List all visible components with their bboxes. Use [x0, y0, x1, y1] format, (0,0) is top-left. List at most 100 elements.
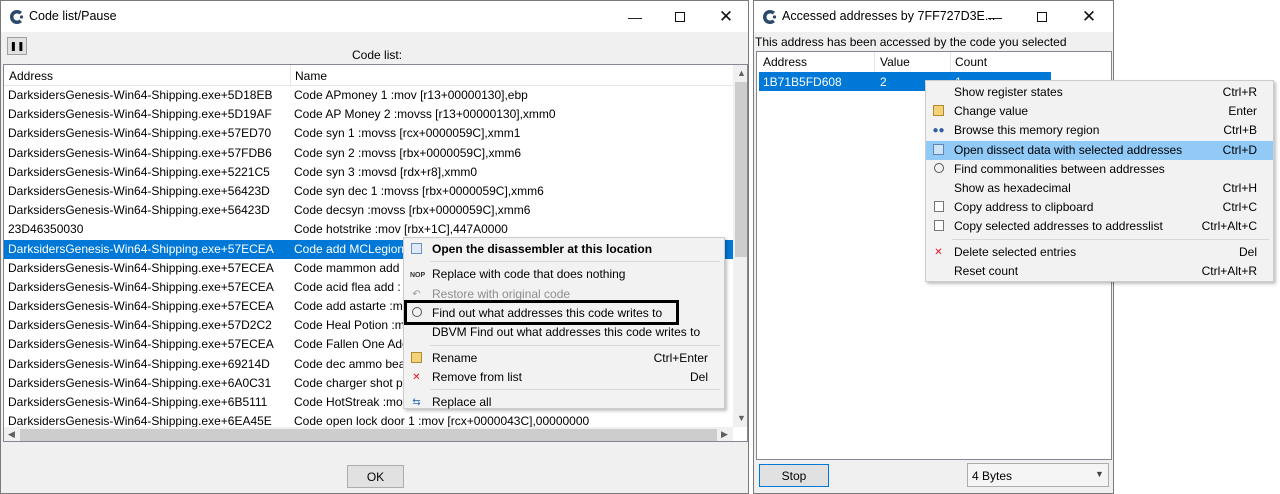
minimize-button[interactable]: —	[612, 1, 658, 32]
menu-item-copy-address-to-clipboard[interactable]: Copy address to clipboard Ctrl+C	[926, 198, 1273, 217]
address-cell: DarksidersGenesis-Win64-Shipping.exe+57E…	[8, 279, 274, 294]
name-cell: Code syn 2 :movss [rbx+0000059C],xmm6	[294, 145, 522, 160]
copy-icon	[932, 220, 945, 233]
edit-icon	[932, 105, 945, 118]
column-divider[interactable]	[950, 52, 951, 72]
menu-item-dbvm-find-out-what-addresses-this-code-writes-to[interactable]: DBVM Find out what addresses this code w…	[404, 323, 724, 342]
table-row[interactable]: DarksidersGenesis-Win64-Shipping.exe+564…	[4, 201, 733, 220]
menu-item-find-commonalities-between-addresses[interactable]: Find commonalities between addresses	[926, 160, 1273, 179]
menu-item-label: Browse this memory region	[954, 123, 1100, 138]
copy-icon	[932, 201, 945, 214]
table-row[interactable]: DarksidersGenesis-Win64-Shipping.exe+57E…	[4, 124, 733, 143]
address-cell: 1B71B5FD608	[763, 75, 842, 89]
minimize-icon: —	[628, 8, 642, 25]
size-select[interactable]: 4 Bytes ▼	[967, 463, 1109, 487]
table-row[interactable]: DarksidersGenesis-Win64-Shipping.exe+57F…	[4, 144, 733, 163]
name-cell: Code mammon add :	[294, 260, 407, 275]
code-list-titlebar[interactable]: Code list/Pause — ✕	[1, 1, 748, 32]
menu-item-reset-count[interactable]: Reset count Ctrl+Alt+R	[926, 262, 1273, 281]
ok-button[interactable]: OK	[347, 465, 404, 488]
address-cell: DarksidersGenesis-Win64-Shipping.exe+564…	[8, 203, 270, 218]
menu-item-shortcut: Ctrl+Enter	[653, 350, 708, 365]
table-row[interactable]: DarksidersGenesis-Win64-Shipping.exe+522…	[4, 163, 733, 182]
column-header-name[interactable]: Name	[295, 69, 327, 83]
column-divider[interactable]	[290, 65, 291, 86]
nop-icon: NOP	[410, 272, 426, 280]
name-cell: Code syn 1 :movss [rcx+0000059C],xmm1	[294, 126, 521, 141]
menu-item-show-as-hexadecimal[interactable]: Show as hexadecimal Ctrl+H	[926, 179, 1273, 198]
table-row[interactable]: DarksidersGenesis-Win64-Shipping.exe+564…	[4, 182, 733, 201]
menu-separator	[430, 344, 720, 346]
maximize-button[interactable]	[657, 1, 703, 32]
scroll-down-icon[interactable]: ▼	[737, 413, 746, 423]
menu-item-open-dissect-data-with-selected-addresses[interactable]: Open dissect data with selected addresse…	[926, 140, 1273, 160]
menu-separator	[430, 389, 720, 391]
address-context-menu: Show register states Ctrl+R Change value En…	[925, 80, 1274, 282]
menu-item-shortcut: Ctrl+C	[1222, 200, 1257, 215]
menu-item-label: Change value	[954, 104, 1029, 119]
name-cell: Code charger shot pr	[294, 375, 407, 390]
address-cell: DarksidersGenesis-Win64-Shipping.exe+5D1…	[8, 107, 272, 122]
cheat-engine-icon	[763, 10, 777, 24]
name-cell: Code acid flea add :	[294, 279, 401, 294]
address-cell: DarksidersGenesis-Win64-Shipping.exe+5D1…	[8, 88, 273, 102]
scroll-right-icon[interactable]: ▶	[721, 429, 728, 440]
scroll-left-icon[interactable]: ◀	[8, 429, 15, 440]
name-cell: Code syn dec 1 :movss [rbx+0000059C],xmm…	[294, 183, 544, 198]
accessed-titlebar[interactable]: Accessed addresses by 7FF727D3E... — ✕	[754, 1, 1113, 32]
magnifier-icon	[932, 162, 945, 176]
minimize-button[interactable]: —	[972, 1, 1018, 32]
stop-button[interactable]: Stop	[759, 464, 829, 487]
menu-item-remove-from-list[interactable]: ✕ Remove from list Del	[404, 368, 724, 387]
menu-item-open-the-disassembler-at-this-location[interactable]: Open the disassembler at this location	[404, 240, 724, 259]
pause-button[interactable]: ❚❚	[7, 37, 27, 55]
menu-item-replace-all[interactable]: ⇆ Replace all	[404, 393, 724, 412]
menu-item-label: Replace all	[432, 395, 492, 410]
menu-item-shortcut: Ctrl+D	[1222, 142, 1257, 157]
menu-item-label: Show register states	[954, 85, 1063, 99]
accessed-info-text: This address has been accessed by the co…	[755, 35, 1067, 49]
menu-item-shortcut: Ctrl+H	[1222, 181, 1257, 195]
code-list-title: Code list/Pause	[29, 9, 117, 23]
column-header-address[interactable]: Address	[9, 69, 53, 83]
address-cell: DarksidersGenesis-Win64-Shipping.exe+57E…	[8, 299, 274, 314]
close-button[interactable]: ✕	[703, 1, 748, 32]
close-button[interactable]: ✕	[1066, 1, 1112, 32]
scrollbar-thumb[interactable]	[735, 82, 747, 257]
column-header-address[interactable]: Address	[763, 55, 807, 69]
menu-item-replace-with-code-that-does-nothing[interactable]: NOP Replace with code that does nothing	[404, 265, 724, 284]
scrollbar-thumb[interactable]	[20, 429, 717, 441]
annotation-highlight-box	[404, 300, 679, 325]
table-row[interactable]: DarksidersGenesis-Win64-Shipping.exe+5D1…	[4, 105, 733, 124]
table-row[interactable]: DarksidersGenesis-Win64-Shipping.exe+5D1…	[4, 86, 733, 105]
address-cell: 23D46350030	[8, 222, 84, 237]
column-header-count[interactable]: Count	[955, 55, 987, 69]
menu-item-rename[interactable]: Rename Ctrl+Enter	[404, 349, 724, 368]
menu-item-label: Open the disassembler at this location	[432, 242, 653, 256]
menu-item-label: Find commonalities between addresses	[954, 161, 1165, 176]
name-cell: Code Heal Potion :m	[294, 318, 405, 333]
menu-item-label: DBVM Find out what addresses this code w…	[432, 325, 701, 340]
scroll-up-icon[interactable]: ▲	[737, 68, 746, 78]
menu-item-change-value[interactable]: Change value Enter	[926, 102, 1273, 121]
name-cell: Code add astarte :m	[294, 299, 403, 314]
horizontal-scrollbar[interactable]: ◀ ▶	[4, 427, 733, 441]
pause-icon: ❚❚	[9, 40, 25, 51]
vertical-scrollbar[interactable]: ▲ ▼	[733, 65, 747, 427]
delete-icon: ✕	[412, 371, 421, 383]
menu-item-copy-selected-addresses-to-addresslist[interactable]: Copy selected addresses to addresslist Ct…	[926, 217, 1273, 236]
column-divider[interactable]	[874, 52, 875, 72]
address-cell: DarksidersGenesis-Win64-Shipping.exe+57D…	[8, 318, 272, 333]
menu-item-delete-selected-entries[interactable]: ✕ Delete selected entries Del	[926, 243, 1273, 262]
menu-item-shortcut: Ctrl+R	[1222, 85, 1257, 99]
menu-item-browse-this-memory-region[interactable]: ●● Browse this memory region Ctrl+B	[926, 121, 1273, 140]
menu-item-label: Show as hexadecimal	[954, 181, 1071, 195]
menu-item-label: Copy selected addresses to addresslist	[954, 219, 1163, 234]
address-cell: DarksidersGenesis-Win64-Shipping.exe+6B5…	[8, 395, 268, 409]
maximize-button[interactable]	[1019, 1, 1065, 32]
binoculars-icon: ●●	[932, 125, 945, 137]
name-cell: Code dec ammo bea	[294, 356, 406, 371]
column-header-value[interactable]: Value	[880, 55, 910, 69]
menu-item-show-register-states[interactable]: Show register states Ctrl+R	[926, 83, 1273, 102]
menu-item-label: Reset count	[954, 263, 1019, 278]
